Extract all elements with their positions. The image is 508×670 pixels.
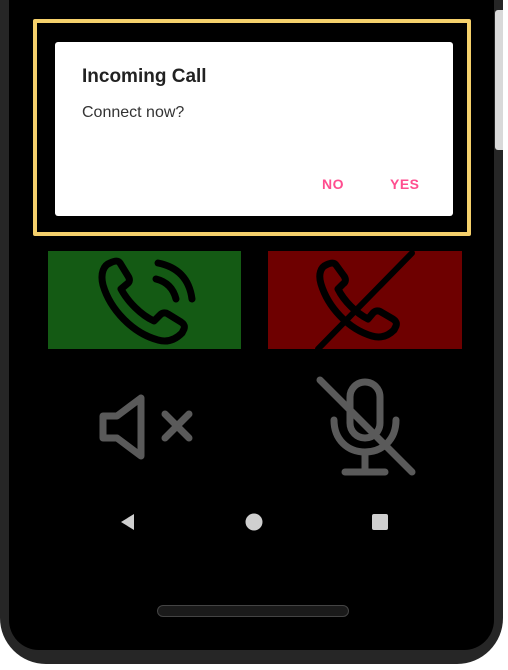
gesture-bar — [157, 605, 349, 617]
mic-off-icon — [316, 376, 416, 476]
speaker-mute-icon — [99, 394, 193, 460]
nav-recents-button[interactable] — [370, 512, 390, 532]
nav-home-button[interactable] — [244, 512, 264, 532]
recents-square-icon — [372, 514, 388, 530]
decline-call-button[interactable] — [268, 251, 462, 349]
phone-ringing-icon — [98, 257, 196, 345]
answer-call-button[interactable] — [48, 251, 241, 349]
dialog-title: Incoming Call — [82, 66, 207, 87]
incoming-call-dialog: Incoming Call Connect now? NO YES — [55, 42, 453, 216]
dialog-message: Connect now? — [82, 104, 185, 121]
side-volume-button — [495, 10, 503, 150]
no-button[interactable]: NO — [322, 176, 344, 192]
yes-button[interactable]: YES — [390, 176, 420, 192]
speaker-mute-button[interactable] — [95, 392, 200, 462]
nav-back-button[interactable] — [118, 512, 136, 532]
mic-mute-button[interactable] — [312, 374, 420, 480]
phone-off-icon — [315, 251, 415, 349]
home-circle-icon — [245, 513, 263, 531]
back-triangle-icon — [121, 514, 134, 530]
